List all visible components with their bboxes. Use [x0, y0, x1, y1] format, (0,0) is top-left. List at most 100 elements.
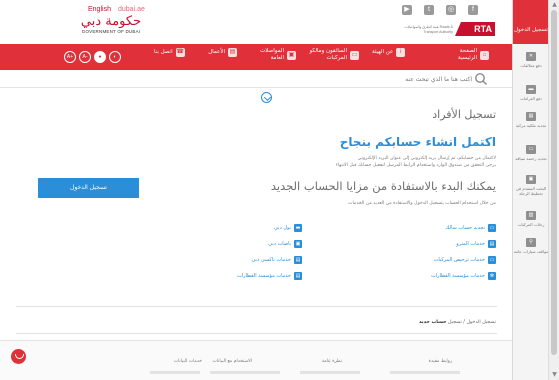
- breadcrumb-current: حساب جديد: [419, 320, 447, 325]
- instagram-icon[interactable]: ◎: [446, 5, 456, 15]
- footer-sublink: [210, 371, 280, 374]
- main-nav: A+ A- ● ◐ الصفحة الرئيسية ⌂ عن الهيئة i …: [0, 44, 512, 70]
- top-bar: English dubai.ae حكومة دبي GOVERNMENT OF…: [0, 0, 512, 44]
- benefit-metro[interactable]: ▤ خدمات المترو: [456, 240, 496, 248]
- sidebar-item-parking[interactable]: ⚲ مواقف سيارات عامة: [513, 238, 549, 254]
- card-icon: ▬: [526, 85, 536, 94]
- phone-icon: ☎: [175, 48, 185, 57]
- twitter-icon[interactable]: t: [424, 5, 434, 15]
- rta-tagline: هيئة الطرق والمواصلات Roads & Transport …: [404, 25, 453, 34]
- contrast-button[interactable]: ●: [94, 51, 106, 63]
- benefit-vehicle-licensing[interactable]: ▭ خدمات ترخيص المركبات: [434, 256, 496, 264]
- doc-icon: ▤: [526, 112, 536, 121]
- nav-home[interactable]: الصفحة الرئيسية ⌂: [449, 48, 489, 62]
- card-icon: ▬: [294, 224, 302, 232]
- breadcrumb: تسجيل الدخول / تسجيل حساب جديد: [419, 320, 496, 325]
- home-icon: ⌂: [480, 50, 489, 60]
- page: English dubai.ae حكومة دبي GOVERNMENT OF…: [0, 0, 559, 380]
- car-icon: ▭: [488, 256, 496, 264]
- nav-contact[interactable]: اتصل بنا ☎: [154, 48, 185, 57]
- facebook-icon[interactable]: f: [468, 5, 478, 15]
- footer-col-data-services[interactable]: خدمات البيانات: [174, 359, 202, 364]
- nav-business-label: الأعمال: [208, 49, 225, 55]
- scroll-up-icon[interactable]: ▲: [551, 1, 558, 8]
- cone-icon: ✕: [526, 52, 536, 61]
- benefit-label: خدمات مؤسسة القطارات: [431, 273, 485, 279]
- nav-public-transport[interactable]: المواصلات العامة ▣: [258, 48, 296, 62]
- sidebar-item-renew-registration[interactable]: ▤ تجديد ملكية مركبة: [513, 112, 549, 128]
- accessibility-controls: A+ A- ● ◐: [64, 51, 121, 63]
- sidebar-item-label: البحث المتقدم في تخطيط الرحلة: [515, 186, 547, 196]
- car-icon: ▭: [350, 50, 359, 60]
- sidebar-item-vehicle-trips[interactable]: ▥ رحلات المركبات: [513, 211, 549, 227]
- divider: [16, 333, 497, 334]
- train-icon: ▤: [488, 240, 496, 248]
- sidebar-item-label: تجديد ملكية مركبة: [515, 123, 547, 128]
- sidebar-item-label: دفع مخالفات: [520, 63, 542, 68]
- benefit-taxi[interactable]: ▤ خدمات تاكسي دبي: [251, 256, 302, 264]
- page-scrollbar[interactable]: ▲ ▼: [548, 0, 559, 380]
- chevron-down-icon[interactable]: [261, 92, 272, 103]
- font-decrease-button[interactable]: A-: [79, 51, 91, 63]
- scroll-thumb[interactable]: [551, 10, 557, 355]
- benefit-label: خدمات المترو: [456, 241, 485, 247]
- success-title: اكتمل انشاء حسابكم بنجاح: [339, 135, 496, 149]
- briefcase-icon: ▤: [228, 48, 237, 57]
- footer-sublink: [300, 371, 360, 374]
- footer-col-overview[interactable]: نظرة عامة: [322, 359, 342, 364]
- id-icon: ▥: [526, 211, 536, 220]
- breadcrumb-parent[interactable]: تسجيل الدخول / تسجيل: [448, 320, 496, 325]
- benefit-nol[interactable]: ▬ نول دبي: [274, 224, 302, 232]
- quick-services-sidebar: تسجيل الدخول ✕ دفع مخالفات ▬ دفع الغراما…: [512, 0, 549, 380]
- dubai-ae-link[interactable]: dubai.ae: [118, 6, 145, 13]
- success-text-line2: يرجى التحقق من صندوق الوارد واستخدام الر…: [335, 163, 496, 168]
- sidebar-item-journey-planner[interactable]: ▣ البحث المتقدم في تخطيط الرحلة: [513, 175, 549, 196]
- car-icon: ▭: [488, 224, 496, 232]
- search-input[interactable]: [222, 73, 472, 85]
- bus-icon: ▣: [526, 175, 536, 184]
- nav-drivers-label: السائقون ومالكو المركبات: [309, 48, 347, 61]
- nav-business[interactable]: الأعمال ▤: [203, 48, 237, 57]
- scroll-down-icon[interactable]: ▼: [551, 371, 558, 378]
- benefit-rail[interactable]: ▤ خدمات مؤسسة القطارات: [237, 272, 302, 280]
- footer-col-data-usage[interactable]: الاستخدام مع البيانات: [213, 359, 252, 364]
- benefit-buses[interactable]: ▣ باصات دبي: [268, 240, 302, 248]
- government-of-dubai-logo[interactable]: حكومة دبي GOVERNMENT OF DUBAI: [72, 14, 150, 40]
- sidebar-login-button[interactable]: تسجيل الدخول: [513, 0, 549, 44]
- sidebar-item-pay-fines[interactable]: ✕ دفع مخالفات: [513, 52, 549, 68]
- bus-icon: ▣: [287, 50, 296, 60]
- rta-logo[interactable]: RTA: [455, 22, 495, 36]
- nav-about[interactable]: عن الهيئة i: [372, 48, 406, 57]
- login-button[interactable]: تسجيل الدخول: [38, 178, 139, 198]
- benefit-label: نول دبي: [274, 225, 291, 231]
- gov-logo-arabic: حكومة دبي: [80, 14, 142, 29]
- nav-about-label: عن الهيئة: [372, 49, 394, 55]
- gear-icon: ✻: [488, 272, 496, 280]
- sidebar-item-renew-license[interactable]: ▭ تجديد رخصة سياقة: [513, 145, 549, 161]
- sidebar-item-label: رحلات المركبات: [517, 222, 545, 227]
- benefit-salik[interactable]: ▭ تجديد حساب سالك: [445, 224, 496, 232]
- benefit-label: خدمات مؤسسة القطارات: [237, 273, 291, 279]
- start-text: من خلال استخدام الحساب بتسجيل الدخول وال…: [348, 201, 496, 206]
- language-link[interactable]: English: [88, 6, 111, 13]
- success-text-line1: لاكتمال من حسابكم، تم إرسال بريد إلكترون…: [357, 156, 496, 161]
- benefit-rail-services[interactable]: ✻ خدمات مؤسسة القطارات: [431, 272, 496, 280]
- benefit-label: خدمات ترخيص المركبات: [433, 257, 485, 263]
- bus-icon: ▣: [294, 240, 302, 248]
- youtube-icon[interactable]: ▶: [402, 5, 412, 15]
- nav-drivers[interactable]: السائقون ومالكو المركبات ▭: [303, 48, 359, 62]
- sidebar-item-pay-charges[interactable]: ▬ دفع الغرامات: [513, 85, 549, 101]
- main-area: English dubai.ae حكومة دبي GOVERNMENT OF…: [0, 0, 512, 380]
- footer-sublink: [390, 371, 460, 374]
- benefit-label: تجديد حساب سالك: [445, 225, 485, 231]
- sidebar-item-label: دفع الغرامات: [520, 96, 542, 101]
- pin-icon: ⚲: [526, 238, 536, 247]
- footer-col-useful-links[interactable]: روابط مفيدة: [429, 359, 452, 364]
- search-icon[interactable]: [474, 72, 488, 86]
- happiness-meter-icon[interactable]: [11, 349, 26, 364]
- info-icon: i: [396, 48, 406, 57]
- theme-button[interactable]: ◐: [109, 51, 121, 63]
- font-increase-button[interactable]: A+: [64, 51, 76, 63]
- benefit-label: باصات دبي: [268, 241, 291, 247]
- gov-logo-english: GOVERNMENT OF DUBAI: [81, 29, 141, 34]
